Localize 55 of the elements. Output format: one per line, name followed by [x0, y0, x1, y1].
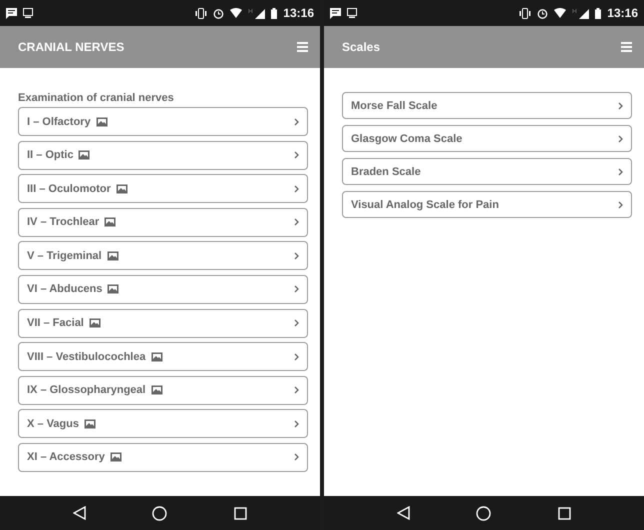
list-item[interactable]: V – Trigeminal [18, 241, 308, 270]
back-icon[interactable] [397, 506, 410, 520]
home-icon[interactable] [476, 506, 492, 520]
home-icon[interactable] [152, 506, 168, 520]
list-item[interactable]: III – Oculomotor [18, 174, 308, 204]
chevron-icon [294, 184, 299, 193]
chevron-icon [618, 200, 623, 208]
chevron-icon [294, 319, 299, 328]
chevron-icon [294, 218, 299, 226]
overview-icon[interactable] [558, 506, 571, 520]
status-time: 13:16 [607, 6, 638, 20]
list-item[interactable]: X – Vagus [18, 409, 308, 438]
list-item[interactable]: XI – Accessory [18, 442, 308, 472]
chevron-icon [294, 386, 299, 394]
vibrate-icon [195, 8, 208, 18]
chevron-icon [294, 118, 299, 126]
battery-icon [595, 8, 602, 18]
wifi-icon [230, 8, 242, 18]
menu-icon[interactable] [621, 42, 632, 52]
wifi-icon [554, 8, 566, 18]
list-item[interactable]: VI – Abducens [18, 274, 308, 304]
app-bar-title: CRANIAL NERVES [18, 40, 126, 54]
list-item[interactable]: II – Optic [18, 140, 308, 170]
chevron-icon [294, 352, 299, 361]
list-item[interactable]: Glasgow Coma Scale [342, 125, 632, 152]
signal-icon [572, 8, 590, 18]
chevron-icon [618, 134, 623, 142]
list-item[interactable]: VII – Facial [18, 308, 308, 338]
chevron-icon [294, 252, 299, 260]
chevron-icon [294, 151, 299, 160]
message-icon [330, 8, 341, 18]
chevron-icon [618, 168, 623, 176]
list-item[interactable]: Morse Fall Scale [342, 92, 632, 119]
chevron-icon [294, 453, 299, 462]
list-item[interactable]: VIII – Vestibulocochlea [18, 342, 308, 372]
overview-icon[interactable] [234, 506, 247, 520]
vibrate-icon [519, 8, 532, 18]
alarm-icon [213, 8, 224, 18]
battery-icon [271, 8, 278, 18]
chevron-icon [294, 285, 299, 294]
chevron-icon [618, 102, 623, 110]
message-icon [6, 8, 17, 18]
app-bar-title: Scales [342, 40, 382, 54]
chevron-icon [294, 420, 299, 428]
list-item[interactable]: Visual Analog Scale for Pain [342, 191, 632, 218]
list-item[interactable]: IX – Glossopharyngeal [18, 376, 308, 405]
status-time: 13:16 [283, 6, 314, 20]
menu-icon[interactable] [297, 42, 308, 52]
list-item[interactable]: Braden Scale [342, 158, 632, 185]
list-item[interactable]: I – Olfactory [18, 107, 308, 136]
alarm-icon [537, 8, 548, 18]
signal-icon [248, 8, 266, 18]
back-icon[interactable] [73, 506, 86, 520]
section-heading: Examination of cranial nerves [18, 92, 175, 104]
list-item[interactable]: IV – Trochlear [18, 208, 308, 237]
